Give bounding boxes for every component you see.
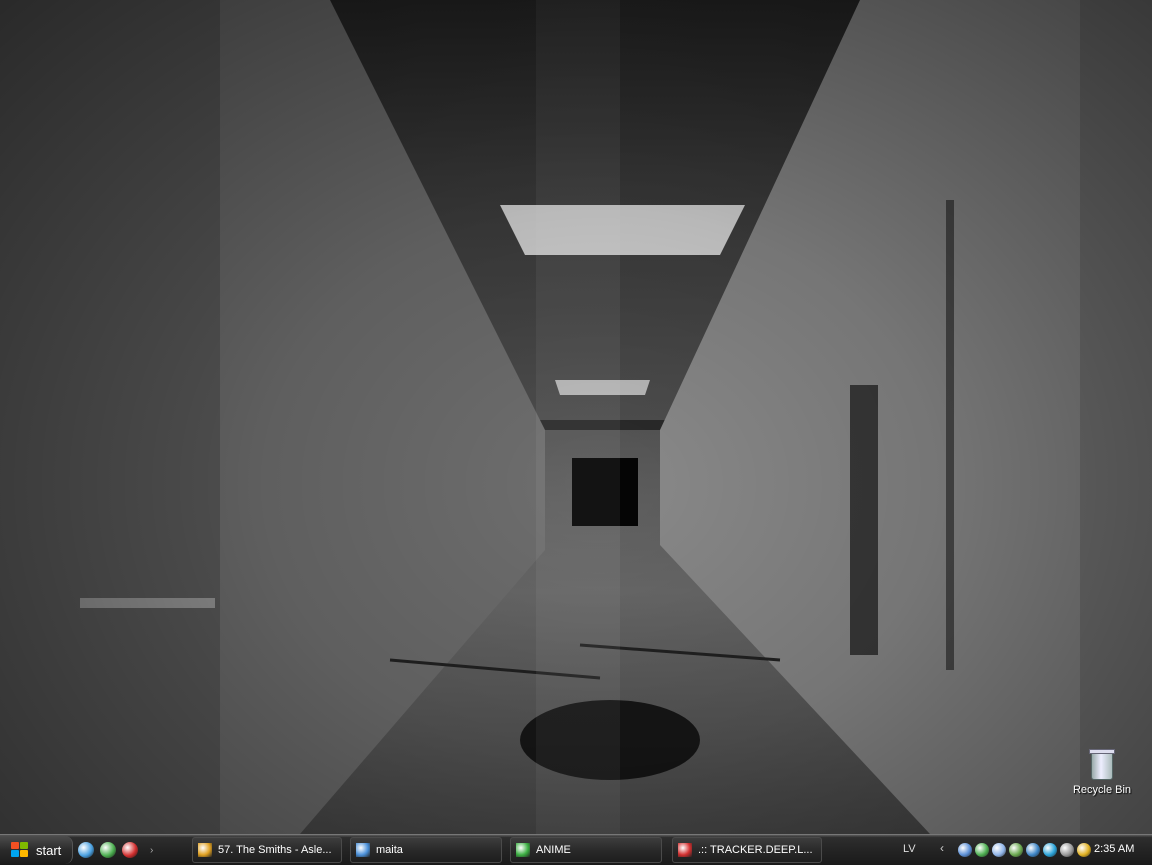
system-tray (958, 839, 1091, 861)
network-users-icon[interactable] (958, 843, 972, 857)
start-button[interactable]: start (0, 836, 73, 864)
opera-icon[interactable] (122, 842, 138, 858)
language-indicator[interactable]: LV (903, 843, 916, 855)
clock[interactable]: 2:35 AM (1094, 843, 1134, 855)
task-label: maita (376, 844, 403, 856)
messenger-tray-icon[interactable] (1026, 843, 1040, 857)
taskbar-button-winamp[interactable]: 57. The Smiths - Asle... (192, 837, 342, 863)
utorrent-tray-icon[interactable] (975, 843, 989, 857)
windows-logo-icon (10, 841, 30, 859)
chevron-left-icon[interactable]: ‹ (940, 841, 944, 855)
network-icon[interactable] (1009, 843, 1023, 857)
update-icon[interactable] (1077, 843, 1091, 857)
chevron-right-icon[interactable]: › (150, 845, 153, 856)
task-label: .:: TRACKER.DEEP.L... (698, 844, 813, 856)
skype-icon[interactable] (1043, 843, 1057, 857)
taskbar-button-messenger[interactable]: maita (350, 837, 502, 863)
desktop-icon[interactable] (78, 842, 94, 858)
winamp-icon (198, 843, 212, 857)
recycle-bin-icon (1089, 749, 1115, 780)
audio-icon[interactable] (992, 843, 1006, 857)
taskbar-button-folder[interactable]: ANIME (510, 837, 662, 863)
desktop-wallpaper (0, 0, 1152, 834)
task-label: ANIME (536, 844, 571, 856)
taskbar-button-browser[interactable]: .:: TRACKER.DEEP.L... (672, 837, 822, 863)
wallpaper-vignette (0, 0, 1152, 834)
recycle-bin-label: Recycle Bin (1072, 784, 1132, 796)
taskbar: start › 57. The Smiths - Asle... maita A… (0, 834, 1152, 865)
antivirus-icon[interactable] (1060, 843, 1074, 857)
task-label: 57. The Smiths - Asle... (218, 844, 332, 856)
start-label: start (36, 842, 62, 858)
quick-launch-bar: › (78, 839, 188, 861)
messenger-icon (356, 843, 370, 857)
opera-icon (678, 843, 692, 857)
utorrent-icon[interactable] (100, 842, 116, 858)
desktop-icon-recycle-bin[interactable]: Recycle Bin (1068, 749, 1136, 796)
play-icon (516, 843, 530, 857)
